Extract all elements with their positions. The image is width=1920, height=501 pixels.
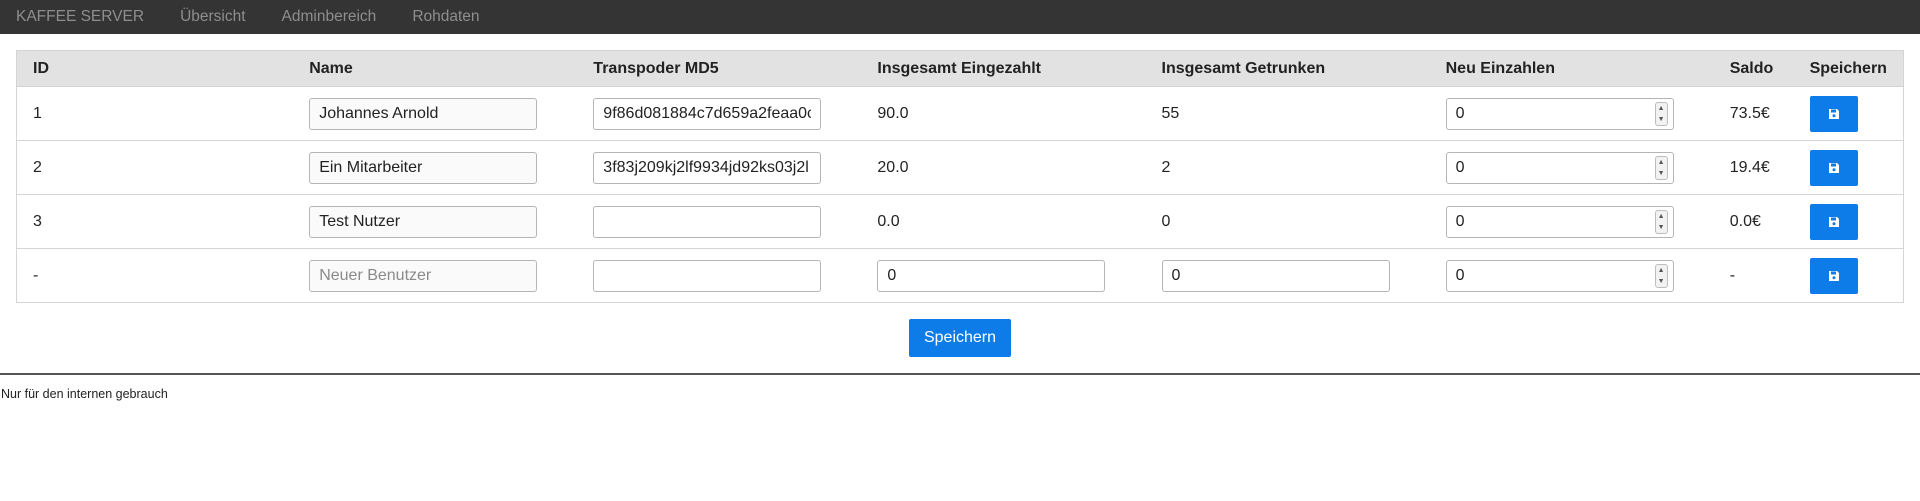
cell-saldo: - [1713, 248, 1794, 303]
deposit-input[interactable] [1445, 205, 1674, 238]
new-deposit-input[interactable] [1445, 259, 1674, 292]
spinner-arrows-icon[interactable]: ▲ ▼ [1654, 101, 1668, 126]
floppy-disk-icon [1828, 270, 1839, 281]
nav-item-uebersicht[interactable]: Übersicht [180, 0, 245, 34]
header-drunk: Insgesamt Getrunken [1145, 50, 1430, 87]
save-all-button[interactable]: Speichern [909, 319, 1011, 357]
cell-paid: 0.0 [861, 194, 1146, 249]
row-save-button[interactable] [1809, 203, 1858, 240]
deposit-stepper[interactable]: ▲▼ [1445, 205, 1674, 238]
deposit-input[interactable] [1445, 97, 1674, 130]
header-saldo: Saldo [1713, 50, 1794, 87]
md5-input[interactable] [593, 97, 822, 130]
new-md5-input[interactable] [593, 259, 822, 292]
cell-drunk: 55 [1145, 86, 1430, 141]
cell-id: 1 [16, 86, 294, 141]
nav-item-rohdaten[interactable]: Rohdaten [412, 0, 479, 34]
header-id: ID [16, 50, 294, 87]
footer-text: Nur für den internen gebrauch [1, 387, 168, 401]
cell-id: - [16, 248, 294, 303]
header-md5: Transpoder MD5 [577, 50, 862, 87]
row-save-button[interactable] [1809, 95, 1858, 132]
row-save-button[interactable] [1809, 149, 1858, 186]
new-name-input[interactable] [309, 259, 538, 292]
table-row: 3 0.0 0 ▲▼ 0.0€ [16, 194, 1904, 249]
md5-input[interactable] [593, 151, 822, 184]
spinner-arrows-icon[interactable]: ▲ ▼ [1654, 263, 1668, 288]
deposit-input[interactable] [1445, 151, 1674, 184]
name-input[interactable] [309, 97, 538, 130]
name-input[interactable] [309, 151, 538, 184]
header-paid: Insgesamt Eingezahlt [861, 50, 1146, 87]
new-user-row: - ▲▼ - [16, 248, 1904, 303]
header-deposit: Neu Einzahlen [1429, 50, 1714, 87]
cell-drunk: 2 [1145, 140, 1430, 195]
floppy-disk-icon [1828, 216, 1839, 227]
spinner-arrows-icon[interactable]: ▲ ▼ [1654, 155, 1668, 180]
table-row: 1 90.0 55 ▲▼ 73.5€ [16, 86, 1904, 141]
cell-drunk: 0 [1145, 194, 1430, 249]
nav-item-adminbereich[interactable]: Adminbereich [282, 0, 377, 34]
cell-paid: 90.0 [861, 86, 1146, 141]
md5-input[interactable] [593, 205, 822, 238]
nav-brand[interactable]: KAFFEE SERVER [16, 0, 144, 34]
cell-paid: 20.0 [861, 140, 1146, 195]
main-content: ID Name Transpoder MD5 Insgesamt Eingeza… [0, 34, 1920, 357]
header-name: Name [293, 50, 578, 87]
deposit-stepper[interactable]: ▲▼ [1445, 97, 1674, 130]
users-table: ID Name Transpoder MD5 Insgesamt Eingeza… [16, 50, 1904, 303]
new-row-save-button[interactable] [1809, 257, 1858, 294]
spinner-arrows-icon[interactable]: ▲ ▼ [1654, 209, 1668, 234]
deposit-stepper[interactable]: ▲▼ [1445, 151, 1674, 184]
new-drunk-input[interactable] [1161, 259, 1390, 292]
cell-saldo: 19.4€ [1713, 140, 1794, 195]
deposit-stepper[interactable]: ▲▼ [1445, 259, 1674, 292]
name-input[interactable] [309, 205, 538, 238]
header-save: Speichern [1793, 50, 1904, 87]
cell-id: 3 [16, 194, 294, 249]
table-header-row: ID Name Transpoder MD5 Insgesamt Eingeza… [16, 50, 1904, 87]
cell-id: 2 [16, 140, 294, 195]
cell-saldo: 73.5€ [1713, 86, 1794, 141]
top-navbar: KAFFEE SERVER Übersicht Adminbereich Roh… [0, 0, 1920, 34]
new-paid-input[interactable] [877, 259, 1106, 292]
table-row: 2 20.0 2 ▲▼ 19.4€ [16, 140, 1904, 195]
floppy-disk-icon [1828, 108, 1839, 119]
floppy-disk-icon [1828, 162, 1839, 173]
cell-saldo: 0.0€ [1713, 194, 1794, 249]
